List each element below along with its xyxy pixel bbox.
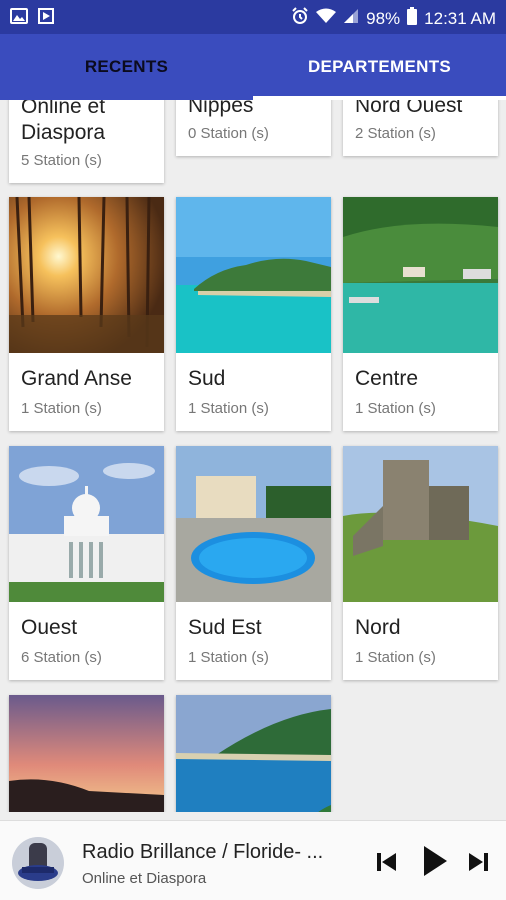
battery-icon — [407, 7, 418, 30]
department-card-online-diaspora[interactable]: Online et Diaspora 5 Station (s) — [9, 100, 164, 183]
department-name: Nippes — [188, 100, 254, 117]
department-station-count: 1 Station (s) — [21, 400, 102, 417]
department-card-nord[interactable]: Nord 1 Station (s) — [343, 446, 498, 680]
now-playing-title: Radio Brillance / Floride- ... — [82, 841, 324, 863]
tab-departements[interactable]: DEPARTEMENTS — [253, 34, 506, 100]
sud-image — [176, 197, 331, 353]
department-card-ouest[interactable]: Ouest 6 Station (s) — [9, 446, 164, 680]
battery-percent: 98% — [366, 8, 401, 28]
department-name: Sud Est — [188, 616, 262, 639]
department-card-grand-anse[interactable]: Grand Anse 1 Station (s) — [9, 197, 164, 431]
department-name: Nord — [355, 616, 401, 639]
sud-est-image — [176, 446, 331, 602]
play-icon[interactable] — [422, 845, 448, 882]
department-name: Online et Diaspora — [21, 100, 106, 144]
skip-next-icon[interactable] — [467, 852, 489, 877]
department-name: Ouest — [21, 616, 78, 639]
department-image-coast — [176, 695, 331, 812]
department-station-count: 1 Station (s) — [355, 400, 436, 417]
department-name: Sud — [188, 367, 226, 390]
alarm-icon — [291, 7, 309, 30]
skip-previous-icon[interactable] — [376, 852, 398, 877]
wifi-icon — [316, 8, 337, 29]
station-logo — [12, 837, 64, 889]
now-playing-subtitle: Online et Diaspora — [82, 870, 207, 887]
department-card-row4-2[interactable] — [176, 695, 331, 812]
play-store-icon — [38, 8, 54, 29]
image-icon — [10, 8, 28, 29]
centre-image — [343, 197, 498, 353]
department-station-count: 1 Station (s) — [188, 649, 269, 666]
department-name: Grand Anse — [21, 367, 132, 390]
mini-player[interactable]: Radio Brillance / Floride- ... Online et… — [0, 820, 506, 900]
department-station-count: 5 Station (s) — [21, 152, 102, 169]
department-station-count: 2 Station (s) — [355, 125, 436, 142]
department-name: Centre — [355, 367, 419, 390]
department-card-sud[interactable]: Sud 1 Station (s) — [176, 197, 331, 431]
departments-grid[interactable]: Online et Diaspora 5 Station (s) Nippes … — [0, 100, 506, 812]
department-station-count: 6 Station (s) — [21, 649, 102, 666]
department-card-sud-est[interactable]: Sud Est 1 Station (s) — [176, 446, 331, 680]
department-station-count: 1 Station (s) — [188, 400, 269, 417]
department-image-sunset — [9, 695, 164, 812]
department-card-nippes[interactable]: Nippes 0 Station (s) — [176, 100, 331, 156]
department-card-centre[interactable]: Centre 1 Station (s) — [343, 197, 498, 431]
department-station-count: 0 Station (s) — [188, 125, 269, 142]
nord-image — [343, 446, 498, 602]
signal-icon — [343, 8, 359, 29]
status-bar: 98% 12:31 AM — [0, 0, 506, 34]
department-station-count: 1 Station (s) — [355, 649, 436, 666]
department-name: Nord Ouest — [355, 100, 463, 117]
tab-bar: RECENTS DEPARTEMENTS — [0, 34, 506, 100]
clock: 12:31 AM — [424, 8, 496, 28]
tab-recents[interactable]: RECENTS — [0, 34, 253, 100]
department-card-nord-ouest[interactable]: Nord Ouest 2 Station (s) — [343, 100, 498, 156]
ouest-image — [9, 446, 164, 602]
department-card-row4-1[interactable] — [9, 695, 164, 812]
grand-anse-image — [9, 197, 164, 353]
